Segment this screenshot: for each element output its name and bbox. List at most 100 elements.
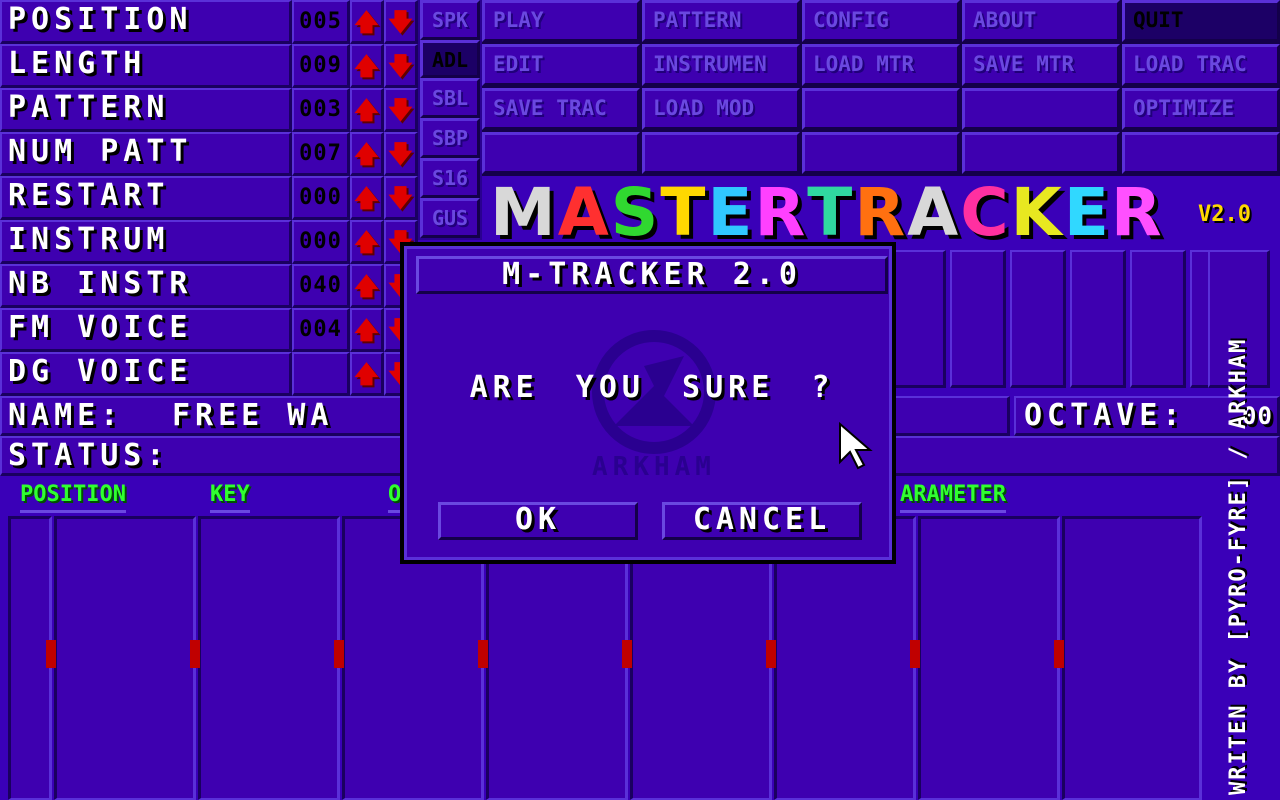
- device-sbl-button[interactable]: SBL: [420, 78, 480, 118]
- logo-letter: C: [960, 174, 1011, 251]
- device-s16-button[interactable]: S16: [420, 158, 480, 198]
- param-label: NUM PATT: [8, 134, 193, 169]
- decrement-arrow-icon[interactable]: 🡇: [384, 176, 418, 220]
- param-label: RESTART: [8, 178, 170, 213]
- param-row: DG VOICE🡅🡇: [0, 352, 420, 396]
- device-adl-button[interactable]: ADL: [420, 40, 480, 78]
- menu-empty-button[interactable]: [962, 88, 1120, 130]
- watermark-text: ARKHAM: [592, 452, 716, 482]
- channel-column[interactable]: [198, 516, 340, 800]
- param-value[interactable]: 007: [292, 132, 350, 176]
- channel-meter: [1130, 250, 1186, 388]
- logo-letter: E: [707, 174, 755, 251]
- param-label-cell: LENGTH: [0, 44, 292, 88]
- param-row: INSTRUM000🡅🡇: [0, 220, 420, 264]
- device-gus-button[interactable]: GUS: [420, 198, 480, 238]
- menu-empty-button[interactable]: [802, 88, 960, 130]
- menu-empty-button[interactable]: [642, 132, 800, 174]
- increment-arrow-icon[interactable]: 🡅: [350, 88, 384, 132]
- increment-arrow-icon[interactable]: 🡅: [350, 220, 384, 264]
- menu-play-button[interactable]: PLAY: [482, 0, 640, 42]
- menu-empty-button[interactable]: [1122, 132, 1280, 174]
- status-label: STATUS:: [8, 438, 170, 473]
- header-parameter: ARAMETER: [900, 480, 1006, 513]
- menu-quit-button[interactable]: QUIT: [1122, 0, 1280, 42]
- device-sbp-button[interactable]: SBP: [420, 118, 480, 158]
- menu-config-button[interactable]: CONFIG: [802, 0, 960, 42]
- param-label: POSITION: [8, 2, 193, 37]
- logo-letter: T: [807, 174, 855, 251]
- param-value[interactable]: 040: [292, 264, 350, 308]
- dialog-title: M-TRACKER 2.0: [502, 257, 802, 292]
- decrement-arrow-icon[interactable]: 🡇: [384, 0, 418, 44]
- param-value[interactable]: 000: [292, 176, 350, 220]
- increment-arrow-icon[interactable]: 🡅: [350, 176, 384, 220]
- param-label: LENGTH: [8, 46, 147, 81]
- param-value[interactable]: 009: [292, 44, 350, 88]
- channel-column[interactable]: [54, 516, 196, 800]
- logo-version: V2.0: [1198, 202, 1251, 227]
- param-label-cell: FM VOICE: [0, 308, 292, 352]
- device-spk-button[interactable]: SPK: [420, 0, 480, 40]
- logo-letter: S: [610, 174, 661, 251]
- param-label: FM VOICE: [8, 310, 193, 345]
- menu-load-mtr-button[interactable]: LOAD MTR: [802, 44, 960, 86]
- row-cursor-marker: [334, 640, 344, 668]
- param-value[interactable]: 003: [292, 88, 350, 132]
- increment-arrow-icon[interactable]: 🡅: [350, 0, 384, 44]
- channel-meter: [890, 250, 946, 388]
- channel-meter: [1010, 250, 1066, 388]
- menu-empty-button[interactable]: [482, 132, 640, 174]
- dialog-title-bar: M-TRACKER 2.0: [416, 256, 888, 294]
- menu-load-trac-button[interactable]: LOAD TRAC: [1122, 44, 1280, 86]
- param-row: POSITION 005 🡅 🡇: [0, 0, 420, 44]
- decrement-arrow-icon[interactable]: 🡇: [384, 44, 418, 88]
- credits-text: WRITEN BY [PYRO-FYRE] / ARKHAM: [1226, 337, 1251, 795]
- name-label: NAME:: [8, 398, 124, 433]
- channel-meter: [950, 250, 1006, 388]
- menu-about-button[interactable]: ABOUT: [962, 0, 1120, 42]
- param-value[interactable]: 000: [292, 220, 350, 264]
- credits-panel: WRITEN BY [PYRO-FYRE] / ARKHAM: [1210, 337, 1280, 800]
- menu-instrument-button[interactable]: INSTRUMEN: [642, 44, 800, 86]
- menu-edit-button[interactable]: EDIT: [482, 44, 640, 86]
- increment-arrow-icon[interactable]: 🡅: [350, 352, 384, 396]
- param-row: NB INSTR040🡅🡇: [0, 264, 420, 308]
- increment-arrow-icon[interactable]: 🡅: [350, 44, 384, 88]
- menu-load-mod-button[interactable]: LOAD MOD: [642, 88, 800, 130]
- row-cursor-marker: [910, 640, 920, 668]
- menu-empty-button[interactable]: [962, 132, 1120, 174]
- menu-empty-button[interactable]: [802, 132, 960, 174]
- decrement-arrow-icon[interactable]: 🡇: [384, 132, 418, 176]
- param-label-cell: NUM PATT: [0, 132, 292, 176]
- ok-button[interactable]: OK: [438, 502, 638, 540]
- param-row: PATTERN 003 🡅 🡇: [0, 88, 420, 132]
- menu-optimize-button[interactable]: OPTIMIZE: [1122, 88, 1280, 130]
- decrement-arrow-icon[interactable]: 🡇: [384, 88, 418, 132]
- header-key: KEY: [210, 480, 250, 513]
- param-value[interactable]: 004: [292, 308, 350, 352]
- cancel-button[interactable]: CANCEL: [662, 502, 862, 540]
- channel-column[interactable]: [1062, 516, 1202, 800]
- increment-arrow-icon[interactable]: 🡅: [350, 264, 384, 308]
- menu-grid: PLAY PATTERN CONFIG ABOUT QUIT EDIT INST…: [482, 0, 1280, 176]
- increment-arrow-icon[interactable]: 🡅: [350, 308, 384, 352]
- menu-pattern-button[interactable]: PATTERN: [642, 0, 800, 42]
- channel-column[interactable]: [918, 516, 1060, 800]
- param-label-cell: RESTART: [0, 176, 292, 220]
- mouse-pointer-icon: [839, 422, 873, 470]
- logo-letter: T: [660, 174, 708, 251]
- menu-save-mtr-button[interactable]: SAVE MTR: [962, 44, 1120, 86]
- param-label-cell: DG VOICE: [0, 352, 292, 396]
- param-label: DG VOICE: [8, 354, 193, 389]
- increment-arrow-icon[interactable]: 🡅: [350, 132, 384, 176]
- app-logo: MASTERTRACKER V2.0: [488, 174, 1280, 251]
- menu-save-trac-button[interactable]: SAVE TRAC: [482, 88, 640, 130]
- row-cursor-marker: [46, 640, 56, 668]
- param-value[interactable]: [292, 352, 350, 396]
- dialog-message: ARE YOU SURE ?: [469, 370, 835, 405]
- channel-meters: [890, 250, 1280, 390]
- confirm-dialog: M-TRACKER 2.0 ARKHAM ARE YOU SURE ? OK C…: [400, 242, 896, 564]
- logo-letter: R: [1110, 174, 1164, 251]
- param-value[interactable]: 005: [292, 0, 350, 44]
